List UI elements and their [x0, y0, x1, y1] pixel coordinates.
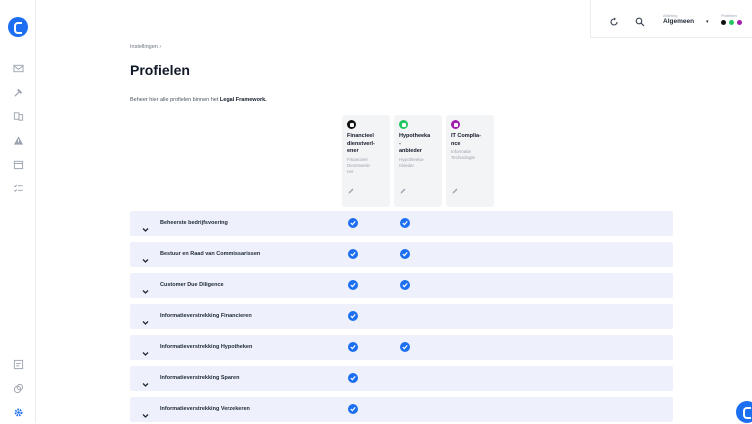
breadcrumb[interactable]: Instellingen › [130, 44, 161, 50]
profielen-label: Profielen [721, 13, 737, 18]
page-title: Profielen [130, 62, 190, 78]
framework-row[interactable]: Informatieverstrekking Verzekeren [130, 397, 673, 422]
framework-row[interactable]: Informatieverstrekking Sparen [130, 366, 673, 391]
framework-row-label: Beheerste bedrijfsvoering [160, 220, 228, 226]
framework-row-label: Informatieverstrekking Hypotheken [160, 344, 253, 350]
settings-gear-icon[interactable] [12, 406, 24, 418]
framework-row-label: Informatieverstrekking Financieren [160, 313, 252, 319]
chevron-down-icon[interactable]: ▾ [706, 19, 709, 25]
check-circle-icon[interactable] [400, 280, 410, 290]
check-circle-icon[interactable] [348, 280, 358, 290]
profile-icon [399, 120, 408, 129]
hammer-icon[interactable] [12, 86, 24, 98]
check-circle-icon[interactable] [400, 342, 410, 352]
profile-name: IT Complia- nce [451, 133, 481, 147]
chevron-down-icon[interactable] [142, 220, 149, 232]
profile-name: Hypotheeka - anbieder [399, 133, 431, 154]
check-circle-icon[interactable] [400, 218, 410, 228]
checklist-icon[interactable] [12, 182, 24, 194]
profile-icon [347, 120, 356, 129]
profile-card[interactable]: IT Complia- nce Informatie Technologie [446, 115, 494, 207]
check-circle-icon[interactable] [348, 373, 358, 383]
profile-dot [729, 20, 734, 25]
pencil-icon[interactable] [348, 181, 354, 199]
app-logo[interactable] [8, 17, 28, 37]
check-circle-icon[interactable] [400, 249, 410, 259]
profile-dots[interactable] [721, 20, 742, 25]
profile-name: Financieel dienstverl- ener [347, 133, 375, 154]
framework-row-label: Informatieverstrekking Verzekeren [160, 406, 250, 412]
support-chat-button[interactable] [736, 401, 752, 423]
chevron-down-icon[interactable] [142, 251, 149, 263]
pencil-icon[interactable] [452, 181, 458, 199]
book-icon[interactable] [12, 358, 24, 370]
framework-row[interactable]: Informatieverstrekking Financieren [130, 304, 673, 329]
check-circle-icon[interactable] [348, 404, 358, 414]
profile-subtitle: Hypotheeka- nbieder [399, 156, 425, 168]
chevron-down-icon[interactable] [142, 344, 149, 356]
page-description: Beheer hier alle profielen binnen het Le… [130, 97, 267, 103]
check-circle-icon[interactable] [348, 218, 358, 228]
check-circle-icon[interactable] [348, 342, 358, 352]
warning-icon[interactable] [12, 134, 24, 146]
profile-subtitle: Informatie Technologie [451, 149, 476, 160]
refresh-icon[interactable] [609, 14, 619, 26]
chevron-down-icon[interactable] [142, 406, 149, 418]
search-icon[interactable] [635, 14, 645, 27]
profile-subtitle: Financieel Dienstverle- ner [347, 156, 372, 174]
pencil-icon[interactable] [400, 181, 406, 199]
chevron-down-icon[interactable] [142, 375, 149, 387]
framework-row[interactable]: Beheerste bedrijfsvoering [130, 211, 673, 236]
chevron-down-icon[interactable] [142, 313, 149, 325]
profile-icon [451, 120, 460, 129]
topbar: Afdeling Algemeen ▾ Profielen [590, 0, 752, 38]
copy-icon[interactable] [12, 382, 24, 394]
profile-card[interactable]: Hypotheeka - anbieder Hypotheeka- nbieder [394, 115, 442, 207]
framework-row[interactable]: Bestuur en Raad van Commissarissen [130, 242, 673, 267]
profile-card[interactable]: Financieel dienstverl- ener Financieel Di… [342, 115, 390, 207]
mail-icon[interactable] [12, 62, 24, 74]
framework-row[interactable]: Informatieverstrekking Hypotheken [130, 335, 673, 360]
calendar-icon[interactable] [12, 158, 24, 170]
profile-dot [721, 20, 726, 25]
framework-row-label: Customer Due Diligence [160, 282, 224, 288]
documents-icon[interactable] [12, 110, 24, 122]
framework-row[interactable]: Customer Due Diligence [130, 273, 673, 298]
chevron-down-icon[interactable] [142, 282, 149, 294]
check-circle-icon[interactable] [348, 249, 358, 259]
framework-row-label: Bestuur en Raad van Commissarissen [160, 251, 261, 257]
check-circle-icon[interactable] [348, 311, 358, 321]
framework-row-label: Informatieverstrekking Sparen [160, 375, 240, 381]
sidebar [0, 0, 36, 423]
afdeling-select[interactable]: Algemeen [663, 18, 694, 25]
profile-dot [737, 20, 742, 25]
